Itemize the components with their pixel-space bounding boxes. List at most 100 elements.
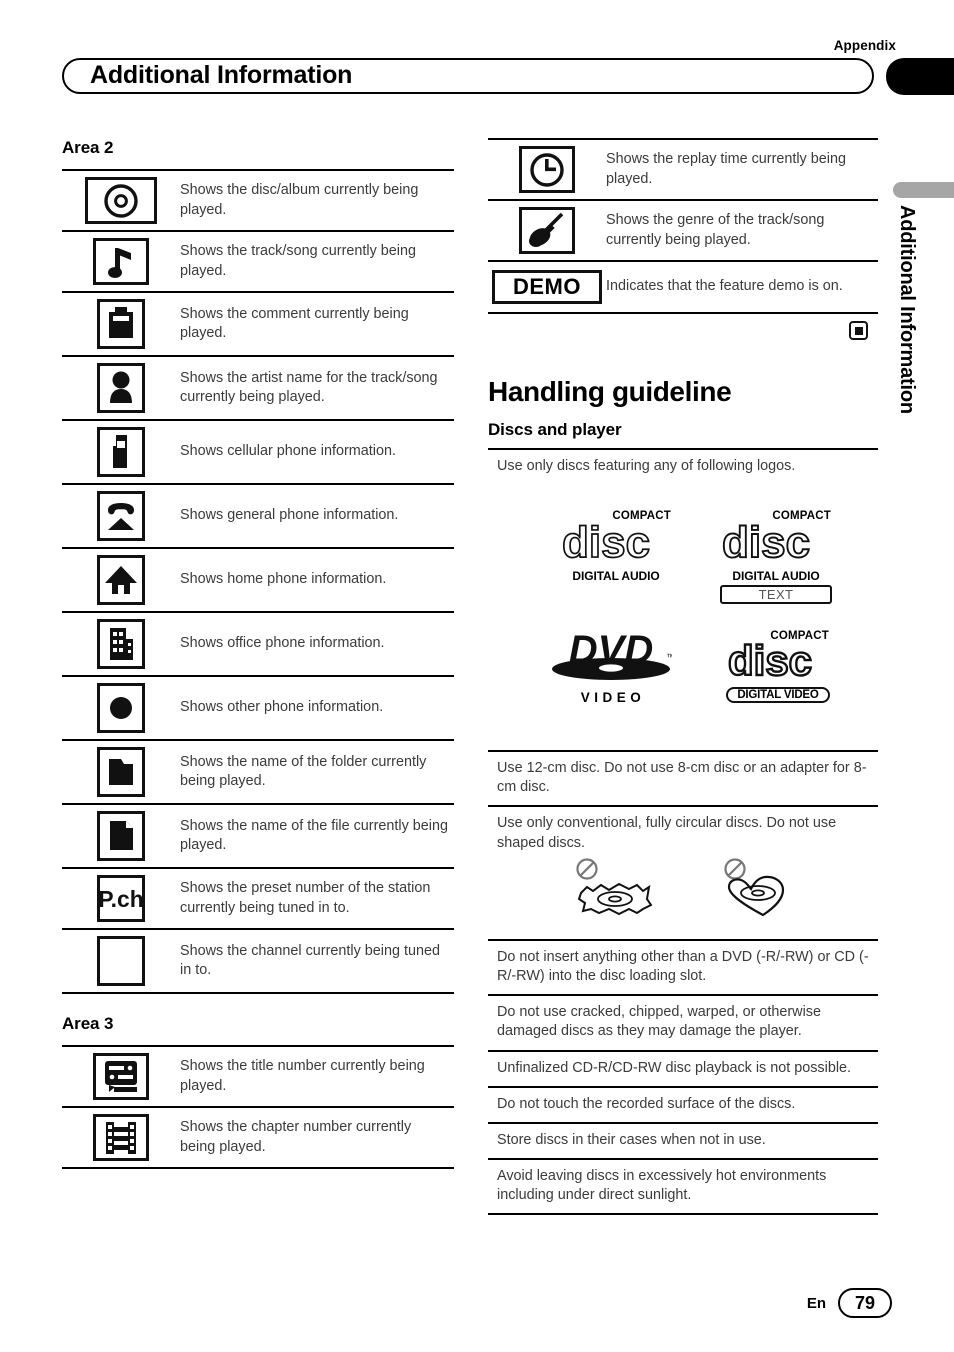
icon-cell: [62, 1114, 180, 1161]
chapter-film-icon: [93, 1114, 149, 1161]
row-text: Shows home phone information.: [180, 571, 387, 588]
icon-cell: P.ch: [62, 875, 180, 922]
home-icon: [97, 555, 145, 605]
left-column: Area 2 Shows the disc/album currently be…: [62, 138, 454, 1169]
discs-and-player-subtitle: Discs and player: [488, 420, 622, 439]
row-text: Shows the name of the folder currently b…: [180, 753, 427, 789]
area3-table: Shows the title number currently being p…: [62, 1045, 454, 1169]
no-heart-shaped-disc-illustration: [713, 857, 813, 925]
row-text: Shows the replay time currently being pl…: [606, 151, 846, 187]
handling-rule: Store discs in their cases when not in u…: [488, 1121, 878, 1158]
svg-text:disc: disc: [722, 521, 810, 563]
handling-rule-shaped-discs: Use only conventional, fully circular di…: [488, 805, 878, 938]
table-row: Shows the chapter number currently being…: [62, 1106, 454, 1169]
preset-channel-icon: P.ch: [97, 875, 145, 922]
icon-cell: [62, 811, 180, 861]
disc-wordmark: disc: [721, 517, 811, 568]
icon-cell: [62, 619, 180, 669]
icon-cell: [62, 491, 180, 541]
end-of-section-icon: [849, 321, 868, 340]
page-number: 79: [838, 1288, 892, 1318]
icon-cell: [488, 207, 606, 254]
disc-logos-block: COMPACT disc DIGITAL AUDIO COMPACT disc …: [488, 484, 878, 753]
demo-badge: DEMO: [492, 270, 602, 304]
icon-cell: DEMO: [488, 270, 606, 304]
row-text: Shows the genre of the track/song curren…: [606, 212, 825, 248]
table-row: Shows home phone information.: [62, 547, 454, 611]
table-row: Shows the artist name for the track/song…: [62, 355, 454, 419]
logo-text-badge: TEXT: [720, 585, 832, 605]
icon-cell: [62, 299, 180, 349]
person-icon: [97, 363, 145, 413]
table-row: Shows the title number currently being p…: [62, 1045, 454, 1106]
table-row: Shows the replay time currently being pl…: [488, 138, 878, 199]
logo-bottom-text: VIDEO: [580, 690, 646, 706]
svg-text:P.ch: P.ch: [100, 886, 142, 912]
row-text: Indicates that the feature demo is on.: [606, 278, 843, 295]
filled-circle-icon: [97, 683, 145, 733]
logo-bottom-text: DIGITAL AUDIO: [572, 569, 660, 584]
handset-icon: [97, 491, 145, 541]
file-icon: [97, 811, 145, 861]
svg-text:DVD: DVD: [569, 630, 653, 672]
office-building-icon: [97, 619, 145, 669]
handling-rule-text: Use only conventional, fully circular di…: [497, 815, 837, 851]
row-text: Shows the title number currently being p…: [180, 1058, 425, 1094]
table-row: Shows the name of the folder currently b…: [62, 739, 454, 803]
row-text: Shows the comment currently being played…: [180, 305, 409, 341]
table-row: Shows the disc/album currently being pla…: [62, 169, 454, 230]
table-row: Shows other phone information.: [62, 675, 454, 739]
compact-disc-digital-audio-text-logo: COMPACT disc DIGITAL AUDIO TEXT: [720, 510, 832, 605]
svg-text:disc: disc: [728, 641, 812, 681]
area2-table: Shows the disc/album currently being pla…: [62, 169, 454, 994]
compact-disc-digital-audio-logo: COMPACT disc DIGITAL AUDIO: [560, 510, 672, 583]
row-text: Shows other phone information.: [180, 699, 384, 716]
side-chapter-tab: Additional Information: [884, 205, 924, 505]
black-edge-tab: [886, 58, 954, 95]
icon-cell: [62, 683, 180, 733]
handling-intro: Use only discs featuring any of followin…: [488, 448, 878, 484]
table-row: DEMO Indicates that the feature demo is …: [488, 260, 878, 314]
row-text: Shows the name of the file currently bei…: [180, 817, 448, 853]
clock-icon: [519, 146, 575, 193]
table-row: Shows cellular phone information.: [62, 419, 454, 483]
right-top-table: Shows the replay time currently being pl…: [488, 138, 878, 314]
disc-logos-grid: COMPACT disc DIGITAL AUDIO COMPACT disc …: [488, 500, 878, 730]
music-note-icon: [93, 238, 149, 285]
page-footer: En 79: [0, 1288, 954, 1318]
disc-wordmark: disc: [727, 636, 813, 685]
icon-cell: [62, 555, 180, 605]
area3-heading: Area 3: [62, 1014, 114, 1033]
language-label: En: [806, 1294, 826, 1312]
dvd-wordmark: DVD ™: [552, 628, 675, 681]
side-chapter-tab-label: Additional Information: [896, 205, 918, 414]
icon-cell: [62, 747, 180, 797]
row-text: Shows the channel currently being tuned …: [180, 942, 441, 978]
title-number-icon: [93, 1053, 149, 1100]
handling-rule: Do not insert anything other than a DVD …: [488, 938, 878, 994]
side-gray-bar: [893, 182, 954, 198]
handling-rule: Unfinalized CD-R/CD-RW disc playback is …: [488, 1049, 878, 1086]
icon-cell: [62, 238, 180, 285]
row-text: Shows general phone information.: [180, 507, 399, 524]
row-text: Shows the track/song currently being pla…: [180, 243, 416, 279]
area2-heading: Area 2: [62, 138, 114, 157]
handling-rule: Do not touch the recorded surface of the…: [488, 1085, 878, 1122]
shaped-disc-illustrations: [497, 853, 878, 931]
handling-guideline-title: Handling guideline: [488, 376, 732, 407]
no-star-shaped-disc-illustration: [563, 857, 663, 925]
compact-disc-digital-video-logo: COMPACT disc DIGITAL VIDEO: [726, 630, 830, 704]
right-column: Shows the replay time currently being pl…: [488, 138, 878, 1216]
handling-rule: Use 12-cm disc. Do not use 8-cm disc or …: [497, 760, 867, 796]
row-text: Shows the preset number of the station c…: [180, 880, 431, 916]
row-text: Shows cellular phone information.: [180, 443, 396, 460]
icon-cell: [62, 427, 180, 477]
icon-cell: [488, 146, 606, 193]
comment-clip-icon: [97, 299, 145, 349]
guitar-icon: [519, 207, 575, 254]
cellphone-icon: [97, 427, 145, 477]
dvd-video-logo: DVD ™ VIDEO: [550, 628, 675, 706]
table-row: Shows office phone information.: [62, 611, 454, 675]
icon-cell: [62, 936, 180, 986]
svg-text:™: ™: [666, 652, 672, 662]
